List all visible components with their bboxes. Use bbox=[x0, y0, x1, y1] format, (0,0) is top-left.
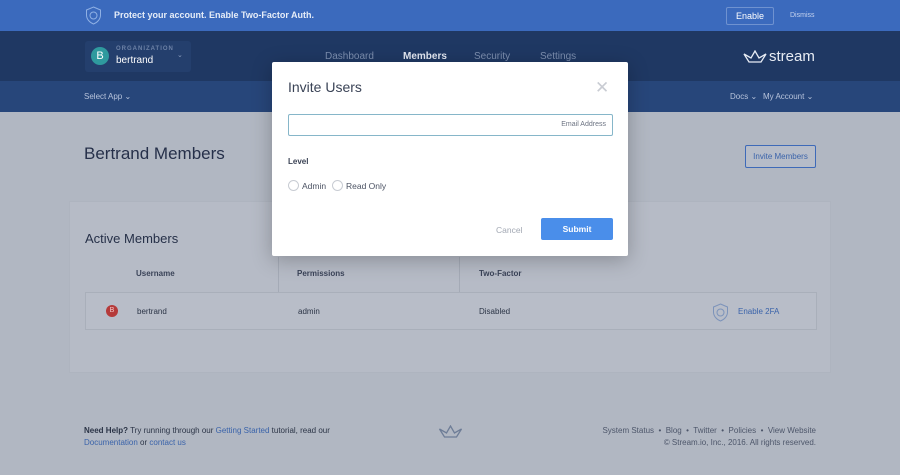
radio-admin[interactable]: Admin bbox=[288, 180, 326, 191]
radio-circle[interactable] bbox=[288, 180, 299, 191]
docs-dropdown[interactable]: Docs ⌄ bbox=[730, 92, 757, 101]
dismiss-button[interactable]: Dismiss bbox=[790, 12, 815, 19]
tab-security[interactable]: Security bbox=[474, 51, 510, 62]
select-app-dropdown[interactable]: Select App ⌄ bbox=[84, 92, 131, 101]
docs-label: Docs bbox=[730, 92, 749, 101]
column-two-factor: Two-Factor bbox=[479, 269, 522, 278]
two-factor-banner: Protect your account. Enable Two-Factor … bbox=[0, 0, 900, 31]
org-label: ORGANIZATION bbox=[116, 46, 174, 52]
boat-logo-icon bbox=[438, 425, 463, 438]
tab-members[interactable]: Members bbox=[403, 51, 447, 62]
org-avatar: B bbox=[91, 47, 109, 65]
page-title: Bertrand Members bbox=[84, 144, 225, 163]
chevron-down-icon: ⌄ bbox=[177, 52, 183, 59]
enable-2fa-button[interactable]: Enable bbox=[726, 7, 774, 25]
banner-message: Protect your account. Enable Two-Factor … bbox=[114, 10, 315, 20]
logo-text: stream bbox=[769, 48, 815, 65]
system-status-link[interactable]: System Status bbox=[602, 426, 654, 435]
email-input[interactable]: Email Address bbox=[288, 114, 613, 136]
help-text-part: Try running through our bbox=[128, 426, 216, 435]
two-factor-status: Disabled bbox=[479, 307, 511, 316]
select-app-label: Select App bbox=[84, 92, 123, 101]
copyright: © Stream.io, Inc., 2016. All rights rese… bbox=[663, 438, 816, 447]
submit-button[interactable]: Submit bbox=[541, 218, 613, 240]
level-label: Level bbox=[288, 157, 309, 166]
boat-logo-icon bbox=[743, 49, 767, 63]
help-text: Need Help? Try running through our Getti… bbox=[84, 425, 330, 449]
invite-users-modal: Invite Users ✕ Email Address Level Admin… bbox=[272, 62, 628, 256]
radio-read-only[interactable]: Read Only bbox=[332, 180, 386, 191]
section-heading: Active Members bbox=[85, 231, 179, 246]
my-account-label: My Account bbox=[763, 92, 805, 101]
modal-title: Invite Users bbox=[288, 79, 362, 95]
help-text-part: tutorial, read our bbox=[269, 426, 330, 435]
policies-link[interactable]: Policies bbox=[729, 426, 757, 435]
shield-icon bbox=[86, 6, 101, 25]
tab-settings[interactable]: Settings bbox=[540, 51, 576, 62]
contact-link[interactable]: contact us bbox=[149, 438, 185, 447]
avatar: B bbox=[106, 305, 118, 317]
twitter-link[interactable]: Twitter bbox=[693, 426, 717, 435]
radio-label: Read Only bbox=[346, 180, 387, 191]
need-help-label: Need Help? bbox=[84, 426, 129, 435]
column-permissions: Permissions bbox=[297, 269, 345, 278]
close-icon[interactable]: ✕ bbox=[595, 79, 609, 96]
my-account-dropdown[interactable]: My Account ⌄ bbox=[763, 92, 813, 101]
divider bbox=[459, 257, 460, 292]
organization-switcher[interactable]: B ORGANIZATION bertrand ⌄ bbox=[85, 41, 191, 72]
blog-link[interactable]: Blog bbox=[666, 426, 682, 435]
view-website-link[interactable]: View Website bbox=[768, 426, 816, 435]
tab-dashboard[interactable]: Dashboard bbox=[325, 51, 374, 62]
org-name: bertrand bbox=[116, 55, 154, 66]
radio-circle[interactable] bbox=[332, 180, 343, 191]
invite-members-button[interactable]: Invite Members bbox=[745, 145, 816, 168]
enable-2fa-link[interactable]: Enable 2FA bbox=[738, 307, 779, 316]
username: bertrand bbox=[137, 307, 167, 316]
getting-started-link[interactable]: Getting Started bbox=[216, 426, 270, 435]
documentation-link[interactable]: Documentation bbox=[84, 438, 138, 447]
stream-logo[interactable]: stream bbox=[743, 48, 815, 65]
help-text-part: or bbox=[137, 438, 150, 447]
column-username: Username bbox=[136, 269, 175, 278]
cancel-button[interactable]: Cancel bbox=[496, 225, 522, 235]
table-row: B bertrand admin Disabled Enable 2FA bbox=[85, 292, 817, 330]
divider bbox=[278, 257, 279, 292]
footer-links: System Status • Blog • Twitter • Policie… bbox=[602, 426, 816, 447]
shield-icon bbox=[713, 303, 728, 322]
permissions: admin bbox=[298, 307, 320, 316]
radio-label: Admin bbox=[302, 180, 327, 191]
